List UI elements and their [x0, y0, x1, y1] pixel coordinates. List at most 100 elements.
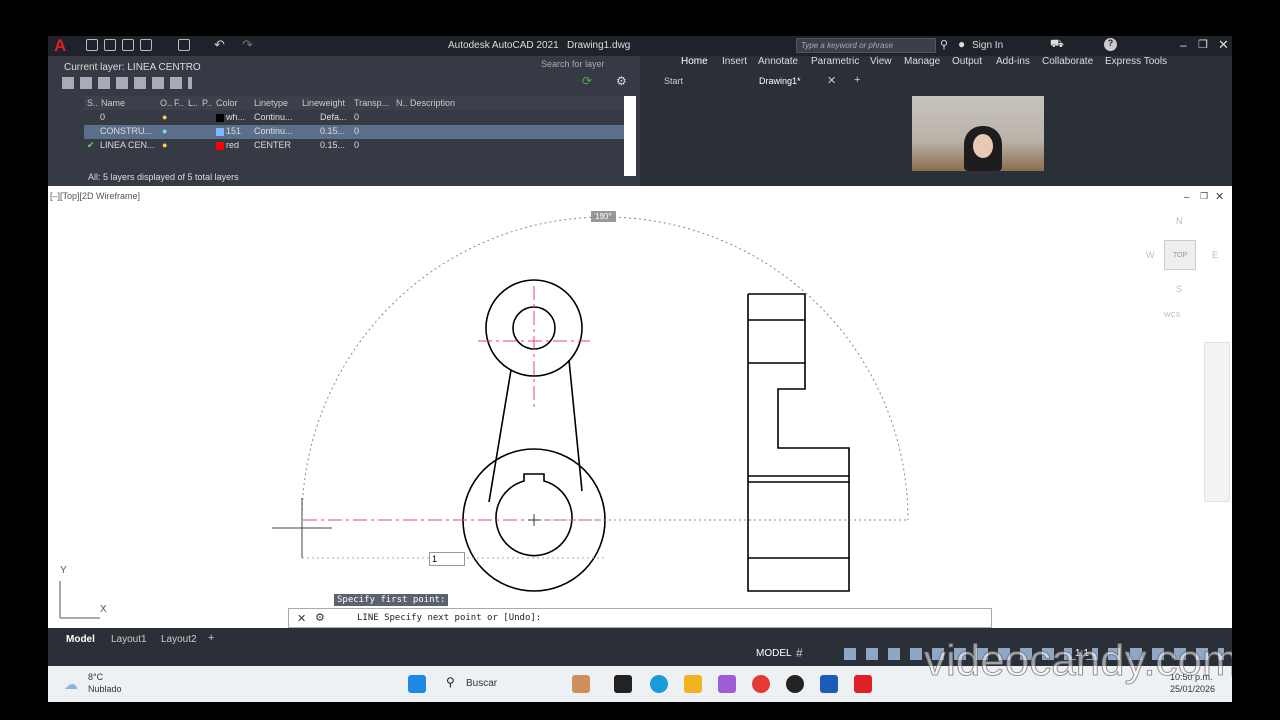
- tab-home[interactable]: Home: [681, 56, 708, 67]
- save-as-icon[interactable]: [140, 39, 152, 51]
- weather-icon[interactable]: ☁: [64, 676, 78, 693]
- tab-collaborate[interactable]: Collaborate: [1042, 56, 1093, 67]
- canvas-min-icon[interactable]: –: [1184, 192, 1190, 203]
- close-tab-icon[interactable]: ✕: [827, 74, 836, 87]
- autocad-logo-icon[interactable]: A: [54, 37, 72, 55]
- task-view-icon[interactable]: [614, 675, 632, 693]
- edge-icon[interactable]: [650, 675, 668, 693]
- new-file-icon[interactable]: [86, 39, 98, 51]
- copilot-icon[interactable]: [572, 675, 590, 693]
- new-tab-icon[interactable]: +: [854, 74, 860, 86]
- tab-insert[interactable]: Insert: [722, 56, 747, 67]
- viewcube[interactable]: N W TOP E S WCS: [1140, 214, 1218, 324]
- help-search-input[interactable]: Type a keyword or phrase: [796, 38, 936, 53]
- bulb-icon[interactable]: ●: [162, 112, 167, 122]
- command-customize-icon[interactable]: ⚙: [315, 611, 325, 624]
- layer-row[interactable]: CONSTRU... ● 151 Continu... 0.15... 0: [84, 125, 624, 139]
- autocad-taskbar-icon[interactable]: [854, 675, 872, 693]
- drawing-canvas[interactable]: [–][Top][2D Wireframe] 180° 1 Y X N W TO…: [48, 186, 1232, 628]
- open-file-icon[interactable]: [104, 39, 116, 51]
- bulb-icon[interactable]: ●: [162, 126, 167, 136]
- current-layer-label: Current layer: LINEA CENTRO: [64, 62, 201, 73]
- canvas-close-icon[interactable]: ✕: [1215, 190, 1224, 203]
- tab-express-tools[interactable]: Express Tools: [1105, 56, 1167, 67]
- color-swatch[interactable]: [216, 142, 224, 150]
- side-view-outline: [748, 294, 805, 591]
- refresh-icon[interactable]: ⟳: [582, 74, 592, 88]
- add-layout-icon[interactable]: +: [208, 632, 214, 644]
- viewcube-top-face[interactable]: TOP: [1164, 240, 1196, 270]
- start-tab[interactable]: Start: [664, 76, 683, 86]
- ribbon-tabs: Home Insert Annotate Parametric View Man…: [640, 56, 1232, 87]
- tab-parametric[interactable]: Parametric: [811, 56, 859, 67]
- taskbar-search[interactable]: Buscar: [466, 678, 497, 689]
- tab-model[interactable]: Model: [66, 634, 95, 645]
- tab-output[interactable]: Output: [952, 56, 982, 67]
- start-icon[interactable]: [408, 675, 426, 693]
- search-icon[interactable]: ⚲: [940, 38, 948, 51]
- side-view-outline: [747, 293, 850, 592]
- plot-icon[interactable]: [178, 39, 190, 51]
- maximize-icon[interactable]: ❐: [1198, 38, 1208, 51]
- wcs-menu[interactable]: WCS: [1164, 312, 1180, 319]
- polar-tracking-arc: [301, 216, 909, 521]
- redo-icon[interactable]: ↷: [242, 37, 253, 53]
- canvas-restore-icon[interactable]: ❐: [1200, 191, 1208, 202]
- viewcube-east[interactable]: E: [1212, 250, 1218, 260]
- sign-in-button[interactable]: Sign In: [972, 40, 1003, 51]
- ucs-x-label: X: [100, 604, 107, 615]
- command-tooltip: Specify first point:: [334, 594, 449, 606]
- command-close-icon[interactable]: ✕: [297, 612, 306, 625]
- tab-layout1[interactable]: Layout1: [111, 634, 147, 645]
- layer-row[interactable]: ✔ LINEA CEN... ● red CENTER 0.15... 0: [84, 139, 624, 153]
- layer-row[interactable]: 0 ● wh... Continu... Defa... 0: [84, 111, 624, 125]
- layer-filter-footer: All: 5 layers displayed of 5 total layer…: [88, 172, 239, 182]
- arm-line: [568, 359, 583, 492]
- minimize-icon[interactable]: –: [1180, 38, 1187, 52]
- settings-icon[interactable]: ⚙: [616, 74, 627, 88]
- dynamic-input-field[interactable]: 1: [429, 552, 465, 566]
- grid-icon[interactable]: #: [796, 646, 803, 660]
- ucs-y-label: Y: [60, 565, 67, 576]
- watermark: videocandy.com: [924, 636, 1232, 686]
- layer-search-input[interactable]: Search for layer: [538, 58, 634, 72]
- autocad-window: A ↶ ↷ Autodesk AutoCAD 2021 Drawing1.dwg…: [48, 36, 1232, 702]
- command-line[interactable]: ✕ ⚙ LINE Specify next point or [Undo]:: [288, 608, 992, 628]
- tab-view[interactable]: View: [870, 56, 892, 67]
- layer-toolbar: [62, 77, 192, 89]
- close-icon[interactable]: ✕: [1218, 37, 1229, 53]
- current-check-icon: ✔: [87, 140, 95, 150]
- layer-table-header: S.. Name O.. F.. L.. P.. Color Linetype …: [84, 96, 624, 110]
- person-face: [973, 134, 993, 158]
- bulb-icon[interactable]: ●: [162, 140, 167, 150]
- weather-temp: 8°C: [88, 672, 104, 682]
- viewcube-south[interactable]: S: [1176, 284, 1182, 294]
- github-icon[interactable]: [786, 675, 804, 693]
- drawing-tab[interactable]: Drawing1*: [759, 76, 801, 86]
- color-swatch[interactable]: [216, 114, 224, 122]
- color-swatch[interactable]: [216, 128, 224, 136]
- copilot-app-icon[interactable]: [718, 675, 736, 693]
- layer-scrollbar[interactable]: [624, 96, 636, 176]
- help-icon[interactable]: ?: [1104, 38, 1117, 51]
- taskbar-search-icon[interactable]: ⚲: [446, 675, 455, 689]
- tab-add-ins[interactable]: Add-ins: [996, 56, 1030, 67]
- chrome-icon[interactable]: [752, 675, 770, 693]
- save-icon[interactable]: [122, 39, 134, 51]
- command-text[interactable]: LINE Specify next point or [Undo]:: [357, 613, 541, 623]
- arm-line: [488, 369, 512, 503]
- tab-manage[interactable]: Manage: [904, 56, 940, 67]
- tab-layout2[interactable]: Layout2: [161, 634, 197, 645]
- navigation-bar[interactable]: [1204, 342, 1230, 502]
- viewcube-north[interactable]: N: [1176, 216, 1183, 226]
- cart-icon[interactable]: ⛟: [1050, 38, 1064, 52]
- undo-icon[interactable]: ↶: [214, 37, 225, 53]
- model-space-button[interactable]: MODEL: [756, 648, 792, 659]
- layer-properties-panel: Current layer: LINEA CENTRO Search for l…: [48, 56, 640, 186]
- weather-desc: Nublado: [88, 684, 122, 694]
- file-explorer-icon[interactable]: [684, 675, 702, 693]
- title-bar: A ↶ ↷ Autodesk AutoCAD 2021 Drawing1.dwg…: [48, 36, 1232, 56]
- viewcube-west[interactable]: W: [1146, 250, 1155, 260]
- word-icon[interactable]: [820, 675, 838, 693]
- tab-annotate[interactable]: Annotate: [758, 56, 798, 67]
